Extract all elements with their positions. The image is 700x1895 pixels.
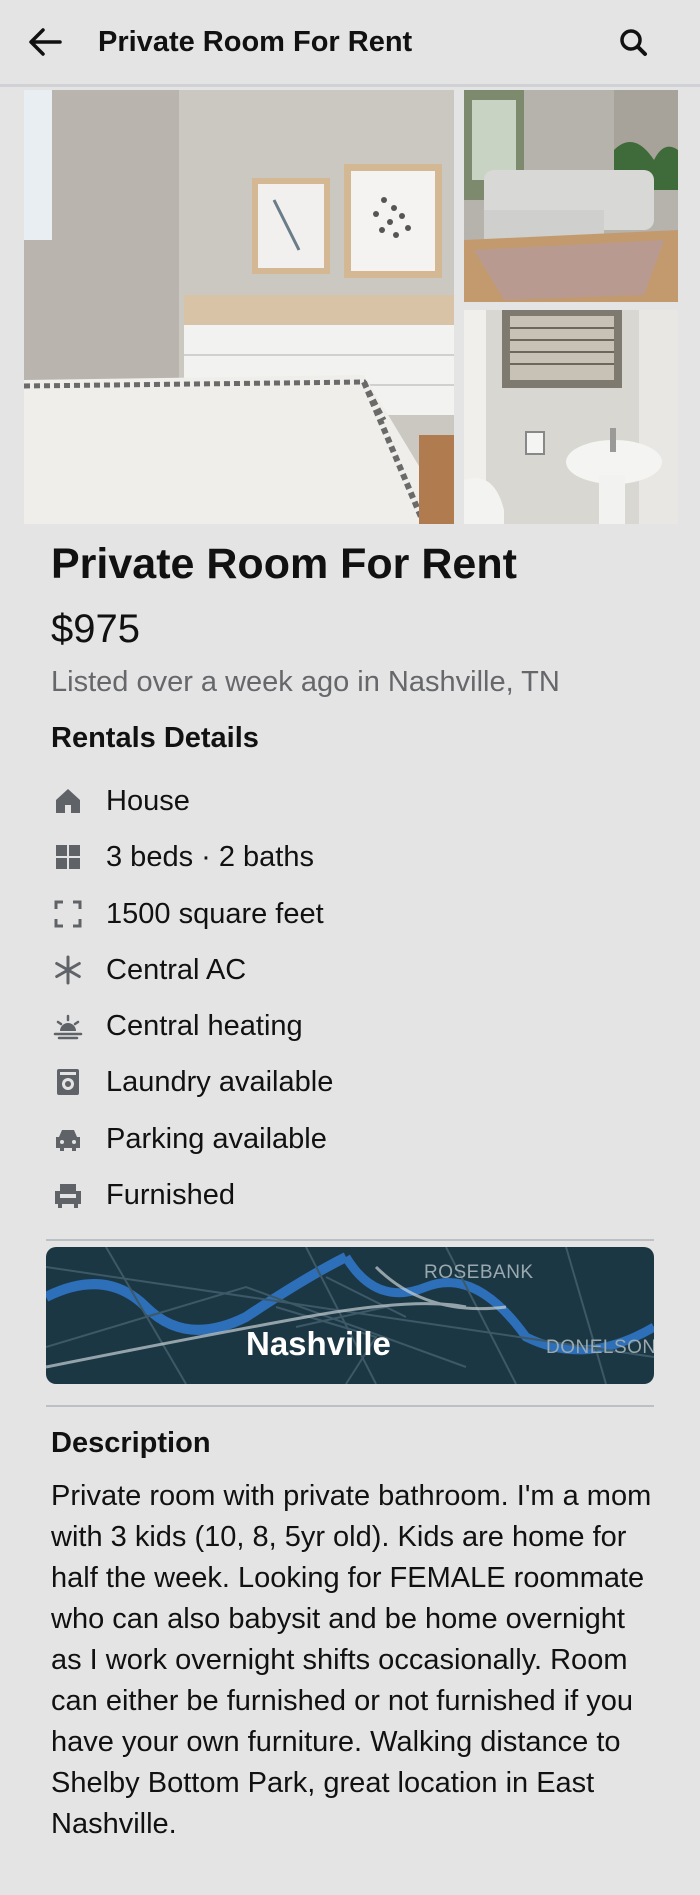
detail-item: Laundry available	[51, 1059, 333, 1105]
detail-label: Central heating	[106, 1010, 303, 1042]
detail-label: Central AC	[106, 954, 247, 986]
laundry-icon	[51, 1065, 85, 1099]
detail-label: 1500 square feet	[106, 898, 324, 930]
detail-item: House	[51, 778, 190, 824]
divider	[46, 1239, 654, 1241]
car-icon	[51, 1122, 85, 1156]
description-text: Private room with private bathroom. I'm …	[51, 1480, 652, 1840]
photo-gallery	[24, 90, 678, 524]
rooms-icon	[51, 840, 85, 874]
back-arrow-icon	[29, 28, 62, 56]
back-button[interactable]	[26, 22, 66, 62]
detail-item: Central heating	[51, 1003, 303, 1049]
search-icon	[620, 29, 647, 56]
detail-label: Parking available	[106, 1123, 327, 1155]
search-button[interactable]	[616, 22, 652, 62]
detail-label: Laundry available	[106, 1066, 334, 1098]
divider	[46, 1405, 654, 1407]
listing-meta: Listed over a week ago in Nashville, TN	[51, 666, 560, 698]
detail-item: 3 beds · 2 baths	[51, 834, 314, 880]
description-heading: Description	[51, 1427, 211, 1459]
map-label-rosebank: ROSEBANK	[424, 1262, 534, 1283]
detail-item: 1500 square feet	[51, 891, 324, 937]
armchair-icon	[51, 1178, 85, 1212]
bathroom-photo[interactable]	[464, 310, 678, 524]
snowflake-icon	[51, 953, 85, 987]
listing-price: $975	[51, 607, 140, 651]
square-feet-icon	[51, 897, 85, 931]
listing-title: Private Room For Rent	[51, 540, 517, 588]
bedroom-photo[interactable]	[24, 90, 454, 524]
house-icon	[51, 784, 85, 818]
sun-heating-icon	[51, 1009, 85, 1043]
living-room-photo[interactable]	[464, 90, 678, 302]
top-bar: Private Room For Rent	[0, 0, 700, 87]
detail-item: Parking available	[51, 1116, 327, 1162]
detail-item: Furnished	[51, 1172, 235, 1218]
details-heading: Rentals Details	[51, 722, 259, 754]
detail-label: Furnished	[106, 1179, 235, 1211]
location-map[interactable]: ROSEBANK DONELSON Nashville	[46, 1247, 654, 1384]
detail-label: 3 beds · 2 baths	[106, 841, 314, 873]
detail-item: Central AC	[51, 947, 246, 993]
map-city-label: Nashville	[246, 1325, 391, 1362]
map-label-donelson: DONELSON	[546, 1337, 654, 1358]
page-title: Private Room For Rent	[98, 26, 413, 58]
detail-label: House	[106, 785, 190, 817]
